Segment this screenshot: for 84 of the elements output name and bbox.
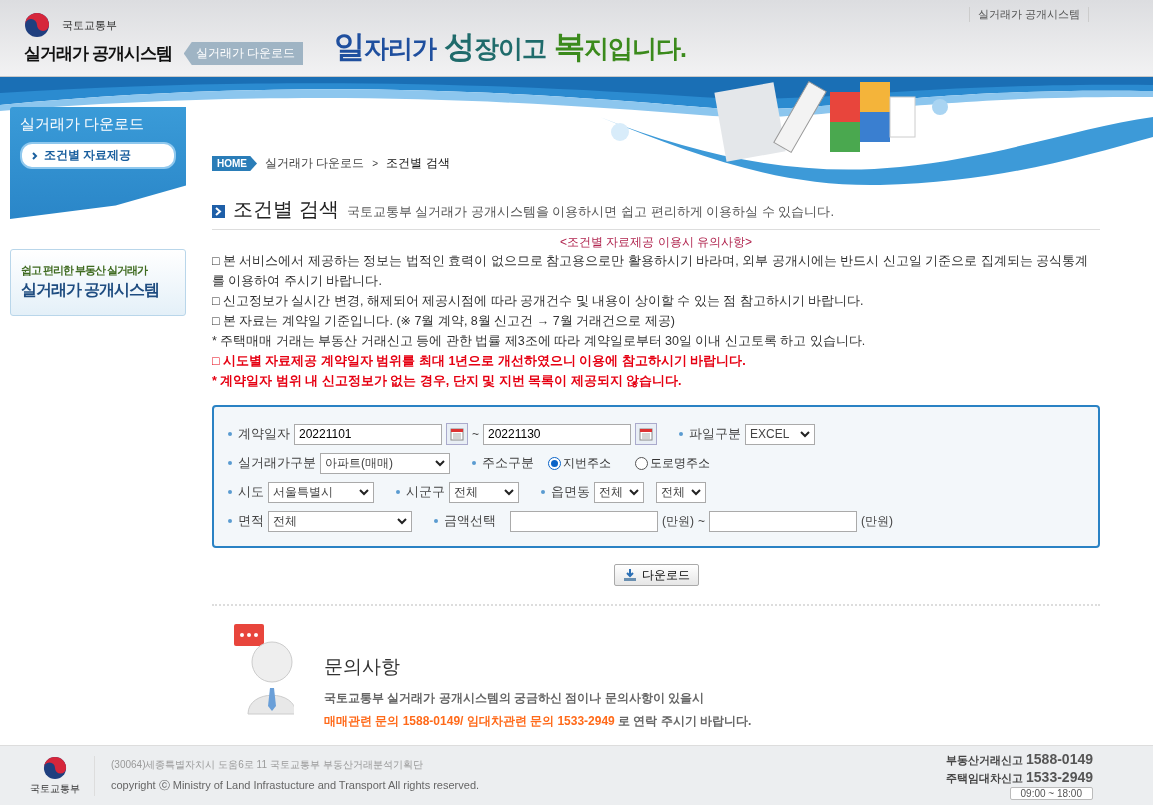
government-emblem-icon [24, 12, 50, 38]
select-value: 전체 [454, 483, 478, 501]
field-label: 시도 [228, 483, 264, 501]
top-link[interactable]: 실거래가 공개시스템 [968, 7, 1089, 22]
footer-address: (30064)세종특별자치시 도움6로 11 국토교통부 부동산거래분석기획단 [111, 758, 424, 772]
breadcrumb-item[interactable]: 조건별 검색 [386, 155, 450, 172]
unit-label: (만원) [662, 512, 694, 530]
date-input[interactable]: 20221130 [483, 423, 631, 445]
government-emblem-icon [43, 755, 67, 780]
footer-copyright: copyright ⓒ Ministry of Land Infrastucture and Transport All rights reserved. [111, 778, 481, 793]
field-label: 금액선택 [434, 512, 496, 530]
notice-text: * 계약일자 범위 내 신고정보가 없는 경우, 단지 및 지번 목록이 제공되지 않습니다. [212, 373, 683, 390]
inquiry-title: 문의사항 [324, 655, 401, 679]
amount-input[interactable] [510, 510, 658, 532]
office-hours: 09:00 ~ 18:00 [1009, 787, 1093, 800]
chevron-down-icon [691, 488, 701, 496]
notice-heading: <조건별 자료제공 이용시 유의사항> [559, 234, 753, 251]
calendar-button[interactable] [446, 423, 468, 445]
chevron-down-icon [435, 459, 445, 467]
select-value: 전체 [273, 512, 297, 530]
page-title: 조건별 검색 [233, 197, 339, 222]
ministry-name: 국토교통부 [62, 17, 117, 33]
calendar-button[interactable] [635, 423, 657, 445]
select-field[interactable]: 서울특별시 [268, 481, 374, 503]
field-label: 읍면동 [541, 483, 590, 501]
slogan-text: 성장이고 [444, 28, 546, 66]
notice-text: □ 시도별 자료제공 계약일자 범위를 최대 1년으로 개선하였으니 이용에 참고하시기 바랍니다. [212, 353, 747, 370]
field-label: 계약일자 [228, 425, 290, 443]
select-field[interactable]: 전체 [594, 481, 644, 503]
download-button[interactable]: 다운로드 [613, 564, 699, 586]
chevron-down-icon [359, 488, 369, 496]
field-label: 면적 [228, 512, 264, 530]
title-bullet-icon [212, 205, 225, 218]
select-field[interactable]: 전체 [656, 481, 706, 503]
sidebar-title: 실거래가 다운로드 [20, 115, 146, 134]
field-label: 파일구분 [679, 425, 741, 443]
breadcrumb-separator: > [372, 158, 379, 169]
notice-text: □ 신고정보가 실시간 변경, 해제되어 제공시점에 따라 공개건수 및 내용이 상이할 수 있는 점 참고하시기 바랍니다. [212, 293, 865, 310]
radio-option[interactable]: 지번주소 [548, 454, 611, 472]
select-value: 아파트(매매) [325, 454, 393, 472]
select-field[interactable]: 전체 [449, 481, 519, 503]
field-label: 실거래가구분 [228, 454, 316, 472]
page-description: 국토교통부 실거래가 공개시스템을 이용하시면 쉽고 편리하게 이용하실 수 있습니다. [346, 203, 835, 221]
breadcrumb-item[interactable]: 실거래가 다운로드 [265, 155, 365, 172]
inquiry-contact-text: 매매관련 문의 1588-0149/ 임대차관련 문의 1533-2949 로 연락 주시기 바랍니다. [324, 713, 752, 730]
select-field[interactable]: 아파트(매매) [320, 452, 450, 474]
select-field[interactable]: EXCEL [745, 423, 815, 445]
sidebar-item[interactable]: 조건별 자료제공 [20, 142, 176, 169]
unit-label: (만원) [861, 512, 893, 530]
select-value: EXCEL [750, 427, 790, 441]
promo-title: 실거래가 공개시스템 [21, 280, 161, 300]
range-separator: ~ [698, 514, 705, 528]
select-value: 전체 [599, 483, 623, 501]
select-field[interactable]: 전체 [268, 510, 412, 532]
chevron-down-icon [800, 430, 810, 438]
home-link[interactable]: HOME [212, 156, 257, 171]
field-label: 시군구 [396, 483, 445, 501]
select-value: 서울특별시 [273, 483, 333, 501]
amount-input[interactable] [709, 510, 857, 532]
system-title: 실거래가 공개시스템 [24, 43, 172, 65]
notice-text: * 주택매매 거래는 부동산 거래신고 등에 관한 법률 제3조에 따라 계약일로부터 30일 이내 신고토록 하고 있습니다. [212, 333, 867, 350]
chevron-down-icon [629, 488, 639, 496]
select-value: 전체 [661, 483, 685, 501]
range-separator: ~ [472, 427, 479, 441]
notice-text: □ 본 서비스에서 제공하는 정보는 법적인 효력이 없으므로 참고용으로만 활용하시기 바라며, 외부 공개시에는 반드시 신고일 기준으로 집계되는 공식통계를 이용하여 주시기 바랍니다. [212, 253, 1090, 290]
phone-label: 부동산거래신고 [946, 753, 1024, 768]
phone-number: 1588-0149 [1026, 751, 1093, 767]
download-icon [622, 568, 637, 582]
promo-banner[interactable]: 쉽고 편리한 부동산 실거래가 실거래가 공개시스템 [10, 249, 186, 316]
chevron-right-icon [32, 151, 38, 160]
slogan-text: 일자리가 [334, 28, 436, 66]
inquiry-text: 국토교통부 실거래가 공개시스템의 궁금하신 점이나 문의사항이 있을시 [324, 690, 705, 707]
section-tag: 실거래가 다운로드 [183, 42, 304, 65]
date-input[interactable]: 20221101 [294, 423, 442, 445]
radio-option[interactable]: 도로명주소 [635, 454, 710, 472]
chevron-down-icon [397, 517, 407, 525]
notice-text: □ 본 자료는 계약일 기준입니다. (※ 7월 계약, 8월 신고건 → 7월 거래건으로 제공) [212, 313, 676, 330]
phone-label: 주택임대차신고 [946, 771, 1024, 786]
field-label: 주소구분 [472, 454, 534, 472]
chevron-down-icon [504, 488, 514, 496]
slogan-text: 복지입니다. [554, 28, 686, 66]
footer-logo-text: 국토교통부 [30, 781, 80, 796]
promo-subtitle: 쉽고 편리한 부동산 실거래가 [21, 263, 149, 278]
phone-number: 1533-2949 [1026, 769, 1093, 785]
